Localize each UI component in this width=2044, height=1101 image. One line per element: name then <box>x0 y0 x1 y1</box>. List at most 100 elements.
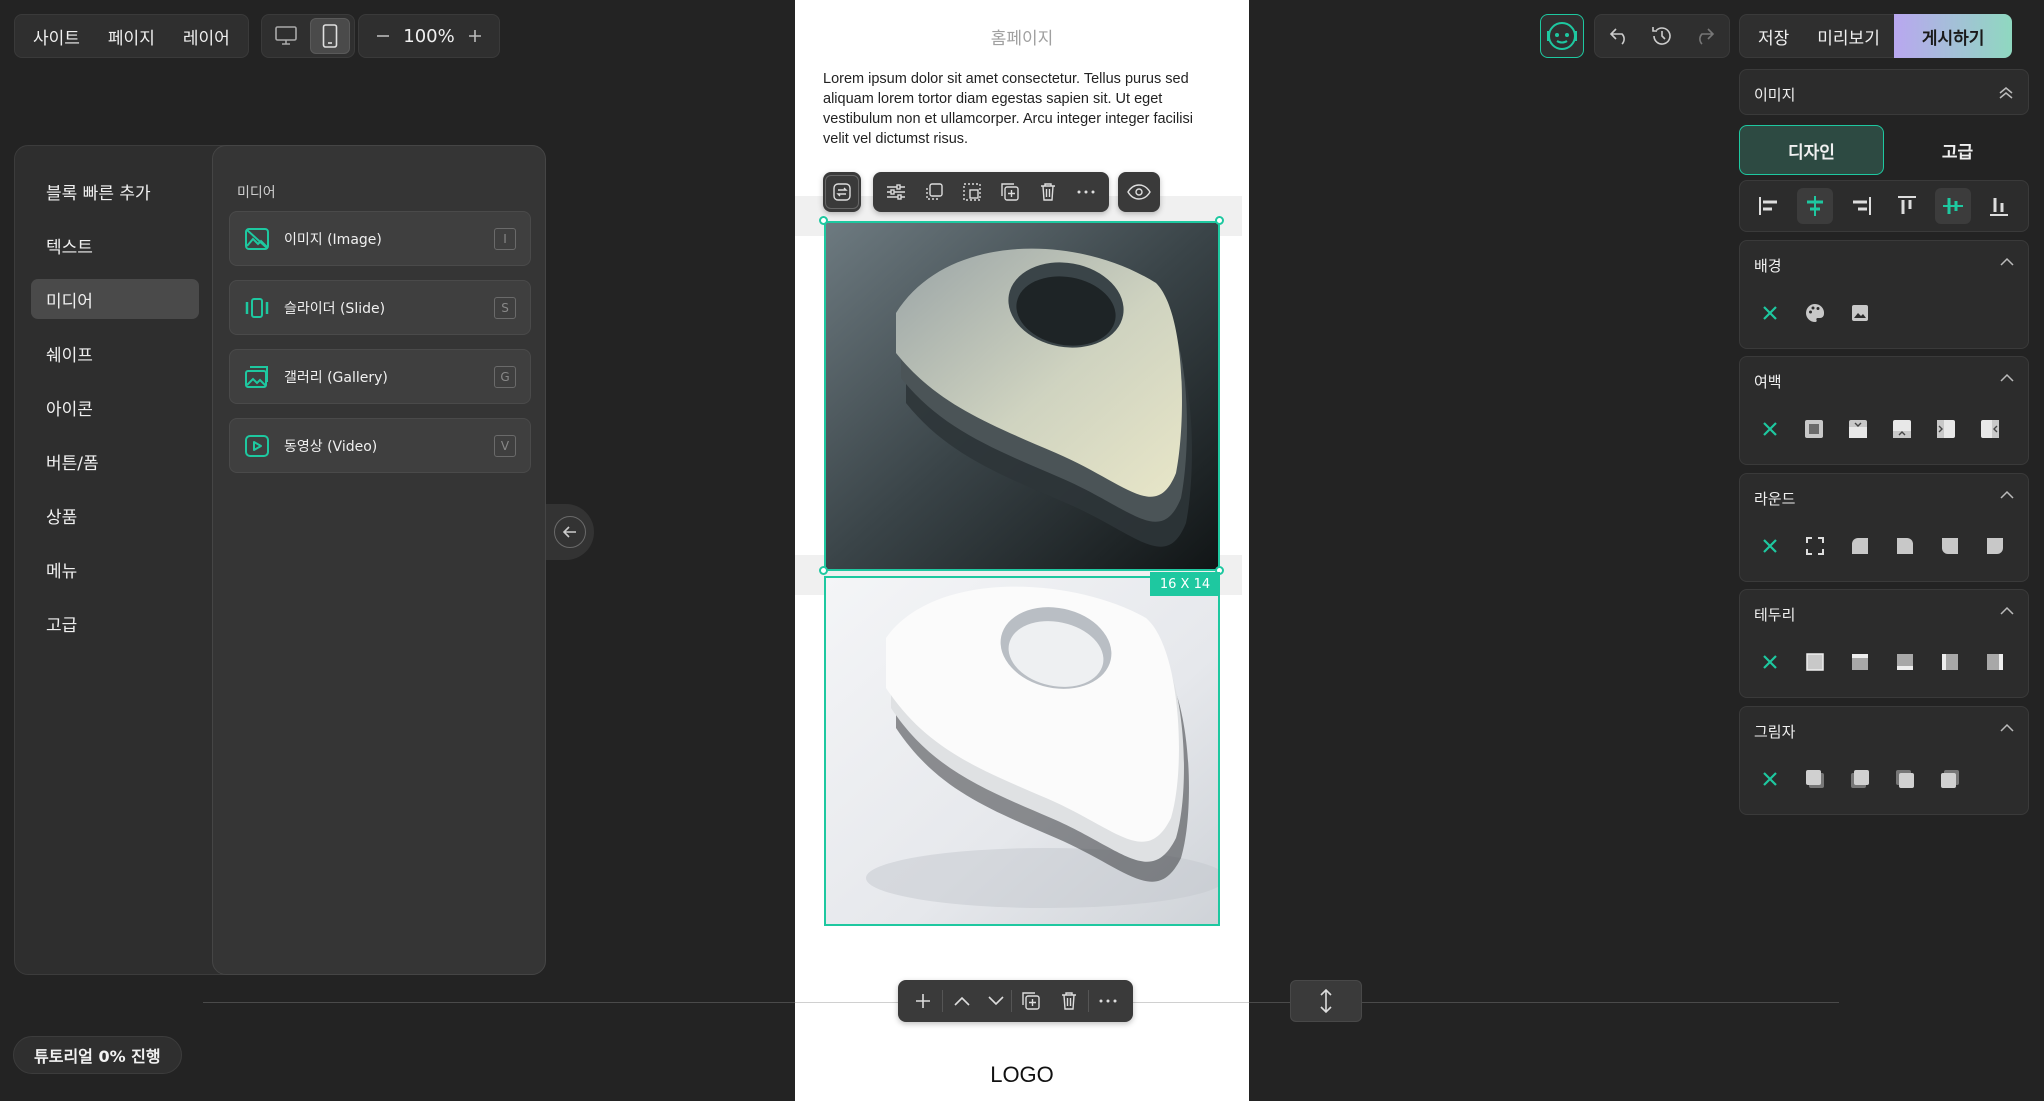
shadow-bottom-right-button[interactable] <box>1799 763 1831 795</box>
spacing-all-button[interactable] <box>1798 413 1830 445</box>
category-shape[interactable]: 쉐이프 <box>31 333 199 373</box>
select-parent-button[interactable] <box>915 173 953 211</box>
nav-site-button[interactable]: 사이트 <box>19 18 94 54</box>
spacing-right-button[interactable] <box>1974 413 2006 445</box>
background-image-button[interactable] <box>1844 297 1876 329</box>
shadow-top-right-button[interactable] <box>1934 763 1966 795</box>
select-child-button[interactable] <box>953 173 991 211</box>
nav-page-button[interactable]: 페이지 <box>94 18 169 54</box>
spacing-top-button[interactable] <box>1842 413 1874 445</box>
round-top-left-button[interactable] <box>1844 530 1876 562</box>
align-top-button[interactable] <box>1889 188 1925 224</box>
redo-button[interactable] <box>1685 17 1723 55</box>
media-item-video[interactable]: 동영상 (Video) V <box>229 418 531 473</box>
shadow-none-button[interactable] <box>1754 763 1786 795</box>
chevron-up-icon[interactable] <box>2000 723 2014 733</box>
border-right-button[interactable] <box>1979 646 2011 678</box>
round-top-right-button[interactable] <box>1889 530 1921 562</box>
swap-button[interactable] <box>825 175 859 209</box>
border-all-button[interactable] <box>1799 646 1831 678</box>
history-button[interactable] <box>1643 17 1681 55</box>
delete-section-button[interactable] <box>1050 982 1088 1020</box>
mobile-icon <box>322 24 338 48</box>
resize-handle-bl[interactable] <box>819 566 828 575</box>
zoom-out-button[interactable] <box>369 20 397 52</box>
category-button-form[interactable]: 버튼/폼 <box>31 441 199 481</box>
tutorial-progress-button[interactable]: 튜토리얼 0% 진행 <box>13 1036 182 1074</box>
category-menu[interactable]: 메뉴 <box>31 549 199 589</box>
round-bottom-left-button[interactable] <box>1934 530 1966 562</box>
align-left-button[interactable] <box>1751 188 1787 224</box>
more-options-button[interactable] <box>1067 173 1105 211</box>
canvas-page-title: 홈페이지 <box>990 29 1054 49</box>
spacing-none-button[interactable] <box>1754 413 1786 445</box>
media-item-slider[interactable]: 슬라이더 (Slide) S <box>229 280 531 335</box>
border-left-button[interactable] <box>1934 646 1966 678</box>
shadow-bottom-left-button[interactable] <box>1844 763 1876 795</box>
media-item-image[interactable]: 이미지 (Image) I <box>229 211 531 266</box>
settings-button[interactable] <box>877 173 915 211</box>
background-none-button[interactable] <box>1754 297 1786 329</box>
ai-assistant-button[interactable] <box>1540 14 1584 58</box>
nav-layer-button[interactable]: 레이어 <box>169 18 244 54</box>
tab-design[interactable]: 디자인 <box>1739 125 1884 175</box>
chevron-up-icon[interactable] <box>2000 257 2014 267</box>
align-center-v-button[interactable] <box>1935 188 1971 224</box>
collapse-panel-button[interactable] <box>546 504 594 560</box>
section-toolbar <box>898 980 1133 1022</box>
align-right-button[interactable] <box>1843 188 1879 224</box>
spacing-bottom-button[interactable] <box>1886 413 1918 445</box>
publish-button[interactable]: 게시하기 <box>1893 14 2013 58</box>
element-type-header[interactable]: 이미지 <box>1739 69 2029 115</box>
section-more-button[interactable] <box>1089 982 1127 1020</box>
resize-handle-tr[interactable] <box>1215 216 1224 225</box>
round-section: 라운드 <box>1739 473 2029 582</box>
move-up-button[interactable] <box>943 982 981 1020</box>
border-top-button[interactable] <box>1844 646 1876 678</box>
mobile-view-button[interactable] <box>310 18 350 54</box>
align-center-h-button[interactable] <box>1797 188 1833 224</box>
category-quick-add[interactable]: 블록 빠른 추가 <box>31 171 199 211</box>
round-all-button[interactable] <box>1799 530 1831 562</box>
desktop-view-button[interactable] <box>266 18 306 54</box>
undo-button[interactable] <box>1601 17 1639 55</box>
tab-advanced[interactable]: 고급 <box>1886 125 2029 175</box>
chevron-up-icon[interactable] <box>2000 490 2014 500</box>
close-icon <box>1763 539 1777 553</box>
spacing-left-button[interactable] <box>1930 413 1962 445</box>
visibility-button[interactable] <box>1120 173 1158 211</box>
align-top-icon <box>1898 196 1916 214</box>
align-bottom-button[interactable] <box>1981 188 2017 224</box>
add-section-button[interactable] <box>904 982 942 1020</box>
category-text[interactable]: 텍스트 <box>31 225 199 265</box>
shadow-top-left-button[interactable] <box>1889 763 1921 795</box>
category-product[interactable]: 상품 <box>31 495 199 535</box>
save-button[interactable]: 저장 <box>1744 15 1803 57</box>
category-icon[interactable]: 아이콘 <box>31 387 199 427</box>
swap-icon <box>833 183 851 201</box>
chevron-up-icon[interactable] <box>2000 606 2014 616</box>
border-none-button[interactable] <box>1754 646 1786 678</box>
media-item-gallery[interactable]: 갤러리 (Gallery) G <box>229 349 531 404</box>
element-type-title: 이미지 <box>1754 86 1796 104</box>
move-down-button[interactable] <box>981 982 1011 1020</box>
preview-button[interactable]: 미리보기 <box>1803 15 1894 57</box>
category-media[interactable]: 미디어 <box>31 279 199 319</box>
round-bottom-right-button[interactable] <box>1979 530 2011 562</box>
resize-handle-tl[interactable] <box>819 216 828 225</box>
background-color-button[interactable] <box>1799 297 1831 329</box>
category-advanced[interactable]: 고급 <box>31 603 199 643</box>
duplicate-button[interactable] <box>991 173 1029 211</box>
canvas-body-text[interactable]: Lorem ipsum dolor sit amet consectetur. … <box>823 69 1208 149</box>
corner-top-right-icon <box>1897 538 1913 554</box>
duplicate-section-button[interactable] <box>1012 982 1050 1020</box>
border-left-icon <box>1942 654 1958 670</box>
section-height-button[interactable] <box>1290 980 1362 1022</box>
zoom-in-button[interactable] <box>461 20 489 52</box>
round-none-button[interactable] <box>1754 530 1786 562</box>
image-block-dark[interactable] <box>824 221 1220 571</box>
chevron-up-icon[interactable] <box>2000 373 2014 383</box>
image-block-light[interactable] <box>824 576 1220 926</box>
delete-button[interactable] <box>1029 173 1067 211</box>
border-bottom-button[interactable] <box>1889 646 1921 678</box>
